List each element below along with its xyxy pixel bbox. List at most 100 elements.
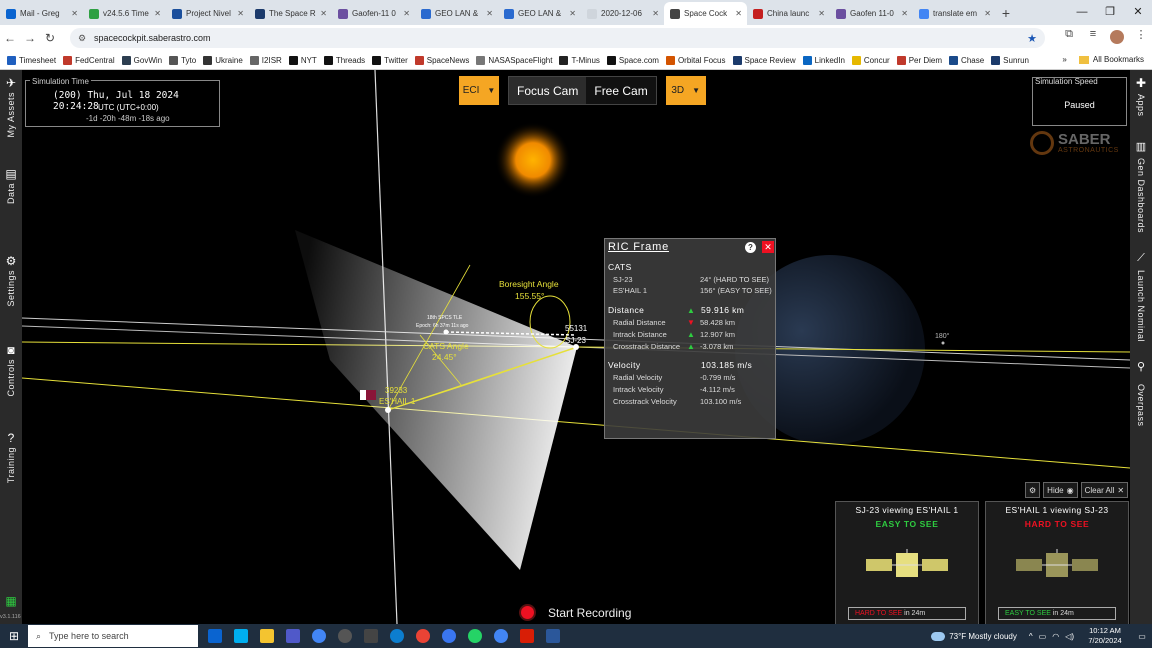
close-icon[interactable]: ✕	[762, 241, 774, 253]
network-icon[interactable]: ▭	[1039, 632, 1047, 641]
bookmark-item[interactable]: Sunrun	[991, 55, 1029, 65]
focus-cam-button[interactable]: Focus Cam	[509, 77, 587, 104]
files-icon[interactable]	[254, 626, 280, 646]
sidebar-item-gen-dashboards[interactable]: ▥ Gen Dashboards	[1131, 140, 1151, 238]
close-tab-icon[interactable]: ✕	[320, 9, 327, 18]
firefox-icon[interactable]	[332, 626, 358, 646]
restore-icon[interactable]: ❐	[1096, 0, 1124, 25]
sidebar-item-my-assets[interactable]: ✈ My Assets	[1, 76, 21, 143]
sidebar-item-controls[interactable]: ◙ Controls	[1, 343, 21, 402]
bookmark-item[interactable]: I2ISR	[249, 55, 282, 65]
more-bookmarks-icon[interactable]: »	[1062, 55, 1066, 64]
clock[interactable]: 10:12 AM 7/20/2024	[1078, 626, 1132, 646]
close-tab-icon[interactable]: ✕	[735, 9, 742, 18]
close-tab-icon[interactable]: ✕	[486, 9, 493, 18]
bookmark-item[interactable]: FedCentral	[63, 55, 115, 65]
close-tab-icon[interactable]: ✕	[237, 9, 244, 18]
sidebar-item-launch-nominal[interactable]: ⟋ Launch Nominal	[1131, 252, 1151, 347]
sidebar-item-apps[interactable]: ✚ Apps	[1131, 76, 1151, 122]
browser-tab[interactable]: Gaofen-11 0 ✕	[332, 2, 415, 25]
media-icon[interactable]: ≡	[1081, 28, 1105, 47]
bookmark-item[interactable]: Twitter	[372, 55, 408, 65]
tray-chevron-icon[interactable]: ^	[1029, 632, 1033, 641]
bookmark-item[interactable]: Threads	[323, 55, 365, 65]
scene-viewport[interactable]: Boresight Angle 155.55° CATS Angle 24.45…	[0, 70, 1152, 624]
reload-icon[interactable]: ↻	[40, 31, 60, 45]
all-bookmarks[interactable]: » All Bookmarks	[1062, 55, 1144, 64]
sidebar-item-settings[interactable]: ⚙ Settings	[1, 254, 21, 312]
skype-icon[interactable]	[228, 626, 254, 646]
forward-icon[interactable]: →	[20, 31, 40, 45]
bookmark-item[interactable]: Ukraine	[203, 55, 243, 65]
bookmark-item[interactable]: Tyto	[169, 55, 196, 65]
view-dropdown[interactable]: 3D ▼	[665, 76, 706, 105]
sidebar-item-training[interactable]: ? Training	[1, 431, 21, 488]
close-tab-icon[interactable]: ✕	[71, 9, 78, 18]
back-icon[interactable]: ←	[0, 31, 20, 45]
browser-tab[interactable]: Project Nivel ✕	[166, 2, 249, 25]
close-window-icon[interactable]: ✕	[1124, 0, 1152, 25]
chrome-icon[interactable]	[306, 626, 332, 646]
sidebar-item-overpass[interactable]: ⚲ Overpass	[1131, 360, 1151, 432]
profile-avatar[interactable]	[1105, 28, 1129, 47]
teams-icon[interactable]	[280, 626, 306, 646]
edge-icon[interactable]	[384, 626, 410, 646]
browser-tab[interactable]: Space Cock ✕	[664, 2, 747, 25]
word-icon[interactable]	[540, 626, 566, 646]
browser-tab[interactable]: Mail - Greg ✕	[0, 2, 83, 25]
sidebar-item-status[interactable]: ▦	[1, 594, 21, 610]
close-tab-icon[interactable]: ✕	[901, 9, 908, 18]
help-icon[interactable]: ?	[745, 242, 756, 253]
signal-icon[interactable]	[436, 626, 462, 646]
sat2-marker[interactable]	[385, 407, 391, 413]
chrome-profile-icon[interactable]	[488, 626, 514, 646]
minimize-icon[interactable]: —	[1068, 0, 1096, 25]
bookmark-item[interactable]: NYT	[288, 55, 317, 65]
whatsapp-icon[interactable]	[462, 626, 488, 646]
bookmark-item[interactable]: Concur	[851, 55, 890, 65]
close-tab-icon[interactable]: ✕	[818, 9, 825, 18]
extensions-icon[interactable]: ⧉	[1057, 28, 1081, 47]
free-cam-button[interactable]: Free Cam	[586, 77, 655, 104]
browser-tab[interactable]: GEO LAN & ✕	[498, 2, 581, 25]
bookmark-item[interactable]: T-Minus	[559, 55, 600, 65]
sidebar-item-data[interactable]: ▤ Data	[1, 167, 21, 209]
weather-widget[interactable]: 73°F Mostly cloudy	[931, 631, 1017, 641]
url-bar[interactable]: ⚙ spacecockpit.saberastro.com ★	[70, 28, 1045, 48]
frame-dropdown[interactable]: ECI ▼	[459, 76, 499, 105]
calculator-icon[interactable]	[358, 626, 384, 646]
browser-tab[interactable]: The Space R ✕	[249, 2, 332, 25]
bookmark-item[interactable]: GovWin	[121, 55, 162, 65]
browser-tab[interactable]: Gaofen 11-0 ✕	[830, 2, 913, 25]
bookmark-item[interactable]: LinkedIn	[802, 55, 845, 65]
bookmark-item[interactable]: Timesheet	[7, 55, 56, 65]
notification-icon[interactable]: ▭	[1132, 632, 1152, 641]
volume-icon[interactable]: ◁)	[1065, 632, 1074, 641]
wifi-icon[interactable]: ◠	[1052, 632, 1059, 641]
bookmark-item[interactable]: Space.com	[606, 55, 659, 65]
bookmark-item[interactable]: NASASpaceFlight	[476, 55, 552, 65]
site-info-icon[interactable]: ⚙	[78, 33, 88, 43]
windows-start-icon[interactable]: ⊞	[0, 629, 28, 643]
close-tab-icon[interactable]: ✕	[154, 9, 161, 18]
clear-all-button[interactable]: Clear All ✕	[1080, 482, 1129, 498]
browser-tab[interactable]: China launc ✕	[747, 2, 830, 25]
start-recording-button[interactable]: Start Recording	[519, 604, 631, 621]
bookmark-item[interactable]: SpaceNews	[414, 55, 469, 65]
outlook-icon[interactable]	[202, 626, 228, 646]
card-settings-button[interactable]: ⚙	[1025, 482, 1041, 498]
browser-tab[interactable]: 2020-12-06 ✕	[581, 2, 664, 25]
close-tab-icon[interactable]: ✕	[984, 9, 991, 18]
close-tab-icon[interactable]: ✕	[403, 9, 410, 18]
close-tab-icon[interactable]: ✕	[652, 9, 659, 18]
taskbar-search[interactable]: ⌕ Type here to search	[28, 625, 198, 647]
bookmark-item[interactable]: Space Review	[732, 55, 796, 65]
close-tab-icon[interactable]: ✕	[569, 9, 576, 18]
browser-tab[interactable]: v24.5.6 Time ✕	[83, 2, 166, 25]
hide-button[interactable]: Hide ◉	[1043, 482, 1078, 498]
bookmark-item[interactable]: Orbital Focus	[665, 55, 726, 65]
bookmark-star-icon[interactable]: ★	[1027, 32, 1037, 45]
simulation-time-panel[interactable]: Simulation Time (200) Thu, Jul 18 2024 2…	[25, 77, 220, 127]
browser-menu-icon[interactable]: ⋮	[1129, 28, 1152, 47]
simulation-speed-panel[interactable]: Simulation Speed Paused	[1032, 77, 1127, 126]
